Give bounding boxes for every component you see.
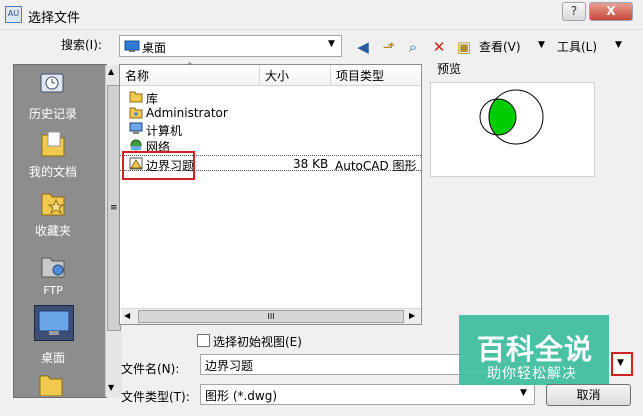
new-folder-icon[interactable]: ▣ [454,38,474,56]
folder-icon [41,131,65,157]
tools-menu[interactable]: 工具(L) [557,38,597,55]
views-menu[interactable]: 查看(V) [479,38,521,55]
autocad-app-icon: AU [5,6,22,23]
highlight-box [122,151,195,180]
close-button[interactable]: X [589,2,633,21]
history-icon [40,73,64,93]
place-label: 我的文档 [28,165,77,179]
initial-view-label[interactable]: 选择初始视图(E) [213,333,302,350]
place-label: FTP [43,284,63,297]
lookin-label: 搜索(I): [61,38,102,52]
column-header-type[interactable]: 项目类型 [331,65,421,86]
watermark-subtitle: 助你轻松解决 [487,366,577,382]
desktop-icon [124,40,140,52]
filetype-label: 文件类型(T): [121,390,190,404]
place-ftp[interactable]: FTP [14,250,92,297]
back-icon[interactable]: ◀ [353,38,373,56]
library-folder-icon [129,91,143,103]
chevron-down-icon: ▼ [328,39,335,49]
place-label: 桌面 [40,351,65,365]
places-bar: 历史记录 我的文档 收藏夹 FTP 桌面 ▲ ≡ ▼ [13,64,122,398]
file-row[interactable]: 库 [120,89,421,106]
help-button[interactable]: ? [562,2,586,21]
scroll-left-icon[interactable]: ◀ [124,311,130,320]
cancel-button[interactable]: 取消 [546,384,631,406]
hscroll-thumb[interactable]: III [138,310,404,323]
place-label: 历史记录 [28,107,77,121]
place-label: 收藏夹 [34,224,71,238]
column-header-size[interactable]: 大小 [260,65,331,86]
dialog-title: 选择文件 [28,11,81,26]
network-icon [130,139,142,151]
lookin-value: 桌面 [142,41,167,55]
lookin-combo[interactable]: 桌面 ▼ [119,35,342,57]
place-history[interactable]: 历史记录 [14,71,92,122]
search-web-icon[interactable]: ⌕ [403,38,423,56]
chevron-down-icon: ▼ [617,358,624,368]
file-size: 38 KB [293,157,329,171]
views-chevron-icon[interactable]: ▼ [538,40,545,50]
place-favorites[interactable]: 收藏夹 [14,188,92,239]
place-my-documents[interactable]: 我的文档 [14,129,92,180]
title-bar [0,0,643,30]
file-type: AutoCAD 图形 [335,159,417,173]
scroll-right-icon[interactable]: ▶ [409,311,415,320]
file-list: 名称 ^ 大小 项目类型 库 Administrator 计算机 网络 边界习题… [119,62,422,325]
filename-label: 文件名(N): [121,362,180,376]
filename-value: 边界习题 [205,359,254,373]
filetype-value: 图形 (*.dwg) [205,389,278,403]
scroll-down-icon[interactable]: ▼ [108,383,114,392]
initial-view-checkbox[interactable] [197,334,210,347]
desktop-monitor-icon [38,310,70,335]
computer-icon [129,122,143,134]
folder-icon[interactable] [36,370,66,396]
user-folder-icon [129,107,143,119]
file-name: Administrator [146,106,228,120]
preview-label: 预览 [437,62,462,76]
tools-chevron-icon[interactable]: ▼ [615,40,622,50]
chevron-down-icon: ▼ [520,388,527,398]
venn-preview-drawing [479,89,544,145]
place-desktop[interactable]: 桌面 [16,305,90,365]
grip-icon: ≡ [110,203,118,213]
up-folder-icon[interactable]: ⬏ [379,38,399,56]
delete-icon[interactable]: ✕ [429,38,449,56]
sort-up-icon: ^ [186,62,194,72]
preview-pane [430,82,595,177]
ftp-icon [41,257,65,278]
scroll-up-icon[interactable]: ▲ [108,67,114,76]
filetype-select[interactable]: 图形 (*.dwg) ▼ [200,384,535,405]
favorites-folder-icon [41,193,65,216]
watermark-title: 百科全说 [477,333,594,366]
file-list-hscrollbar[interactable]: ◀ III ▶ [121,308,421,324]
file-row[interactable]: 计算机 [120,121,421,138]
open-dropdown-highlight[interactable]: ▼ [611,352,633,376]
file-row[interactable]: Administrator [120,105,421,121]
